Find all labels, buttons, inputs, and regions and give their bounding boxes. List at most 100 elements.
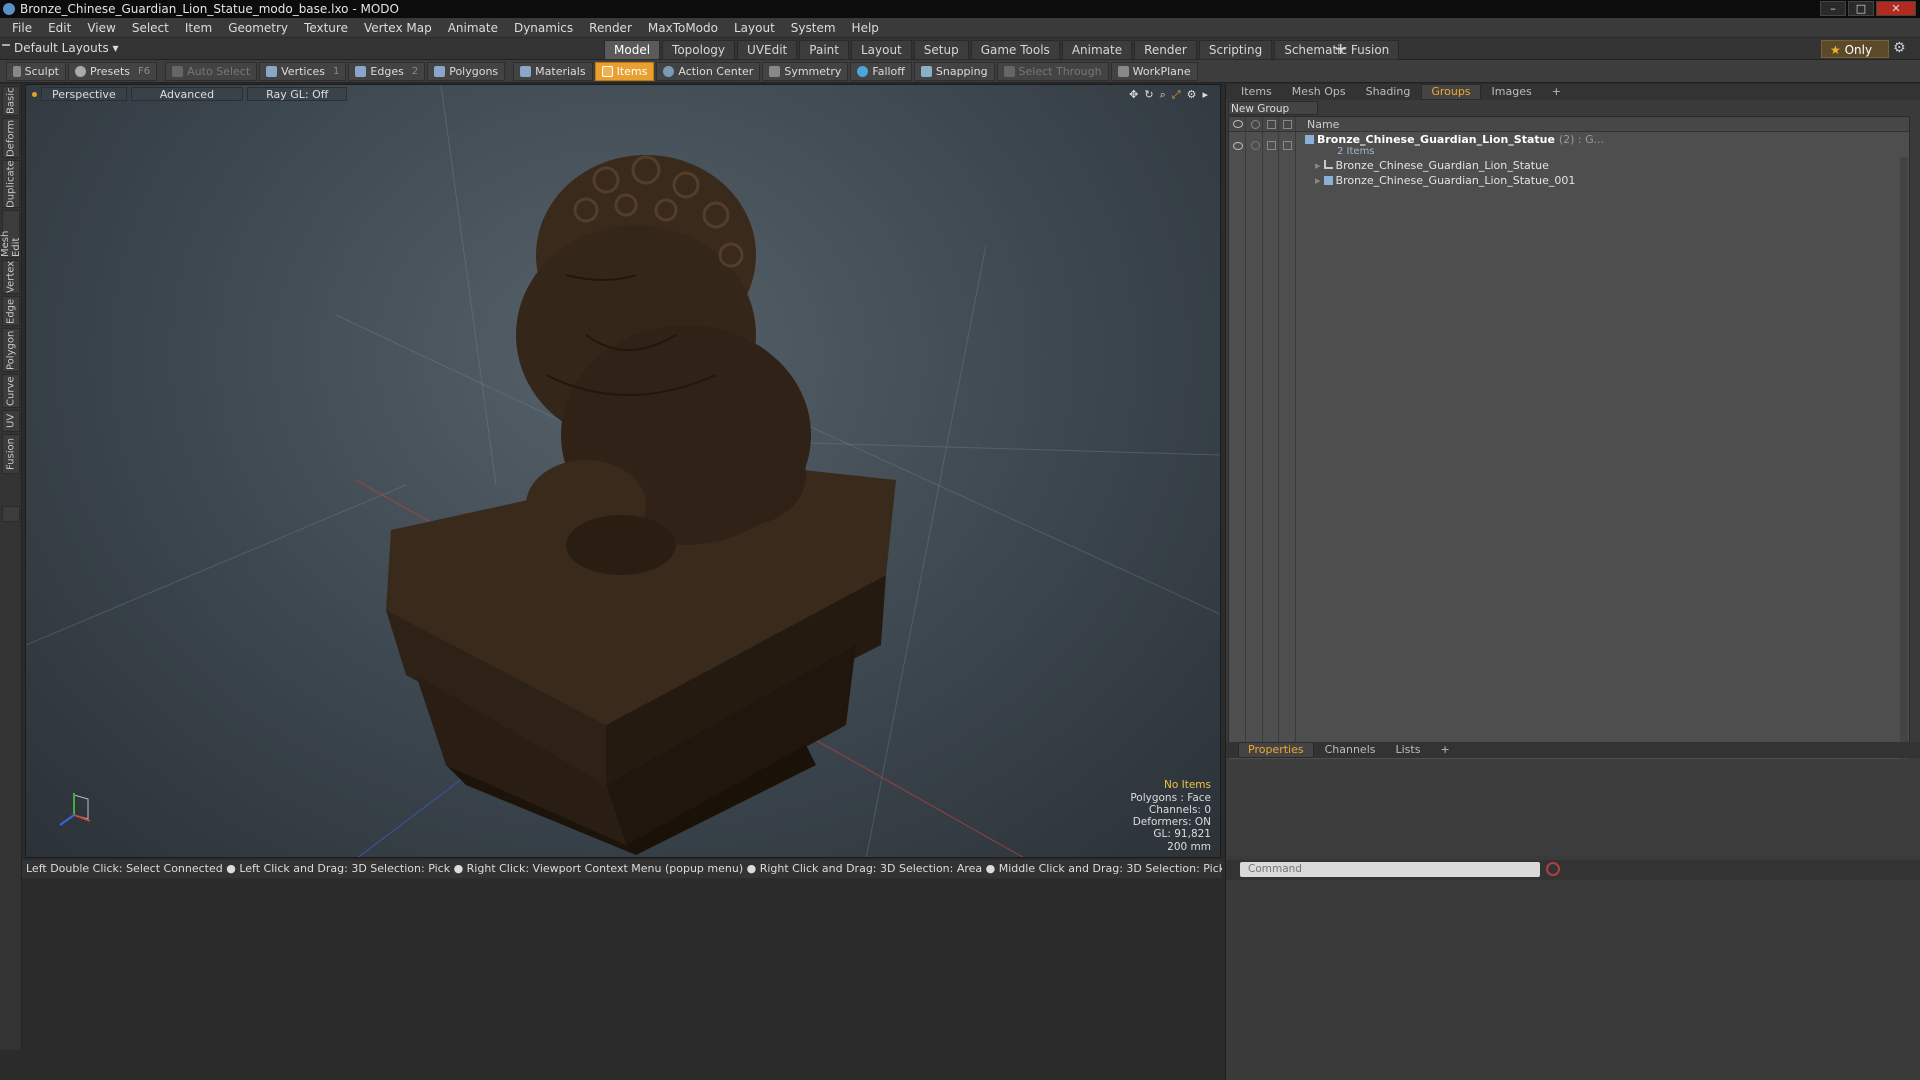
command-input[interactable] [1240, 862, 1540, 877]
tab-vertex[interactable]: Vertex [2, 260, 20, 294]
tab-uv[interactable]: UV [2, 410, 20, 432]
gear-icon[interactable]: ⚙ [1893, 40, 1906, 56]
viewport-gear-icon[interactable]: ⚙ [1187, 88, 1197, 102]
tree-arrow-icon[interactable]: ▸ [1315, 159, 1321, 172]
tab-properties[interactable]: Properties [1238, 742, 1314, 758]
tab-lists[interactable]: Lists [1387, 743, 1430, 757]
presets-button[interactable]: Presets F6 [68, 61, 158, 81]
tab-scripting[interactable]: Scripting [1198, 40, 1273, 60]
tab-uvedit[interactable]: UVEdit [737, 40, 798, 60]
perspective-dropdown[interactable]: Perspective [41, 87, 127, 101]
close-button[interactable]: ✕ [1876, 1, 1916, 16]
action-center-button[interactable]: Action Center [656, 61, 761, 81]
tab-mesh-edit[interactable]: Mesh Edit [0, 210, 22, 258]
default-layouts-dropdown[interactable]: Default Layouts ▾ [14, 41, 119, 55]
select-through-button[interactable]: Select Through [996, 61, 1109, 81]
layout-collapse-icon[interactable] [2, 44, 10, 52]
menu-item[interactable]: Item [177, 21, 220, 35]
items-button[interactable]: Items [594, 61, 655, 81]
menu-file[interactable]: File [4, 21, 40, 35]
add-tab-button[interactable]: + [1334, 39, 1347, 58]
group-render-icon[interactable] [1251, 141, 1260, 150]
menu-animate[interactable]: Animate [440, 21, 506, 35]
auto-select-button[interactable]: Auto Select [165, 61, 258, 81]
group-select-icon[interactable] [1283, 141, 1292, 150]
sculpt-button[interactable]: Sculpt [6, 61, 66, 81]
tab-items[interactable]: Items [1232, 85, 1281, 99]
tab-basic[interactable]: Basic [2, 86, 20, 116]
menu-geometry[interactable]: Geometry [220, 21, 296, 35]
tab-mesh-ops[interactable]: Mesh Ops [1283, 85, 1355, 99]
edges-button[interactable]: Edges 2 [348, 61, 426, 81]
menu-system[interactable]: System [783, 21, 844, 35]
zoom-icon[interactable]: ⌕ [1160, 88, 1166, 102]
raygl-toggle[interactable]: Ray GL: Off [247, 87, 348, 101]
tab-setup[interactable]: Setup [913, 40, 969, 60]
tab-animate[interactable]: Animate [1061, 40, 1133, 60]
tool-bar: Sculpt Presets F6 Auto Select Vertices 1 E… [0, 60, 1920, 83]
tree-arrow-icon[interactable]: ▸ [1315, 174, 1321, 187]
maximize-icon[interactable]: ⤢ [1172, 88, 1181, 102]
tab-channels[interactable]: Channels [1316, 743, 1385, 757]
group-child-row[interactable]: ▸ Bronze_Chinese_Guardian_Lion_Statue_001 [1315, 174, 1575, 187]
statue-model[interactable] [386, 155, 896, 855]
falloff-button[interactable]: Falloff [850, 61, 912, 81]
menu-view[interactable]: View [79, 21, 123, 35]
tab-expand-icon[interactable] [2, 506, 20, 522]
tab-polygon[interactable]: Polygon [2, 328, 20, 372]
pan-icon[interactable]: ✥ [1129, 88, 1138, 102]
record-icon[interactable] [1546, 862, 1560, 876]
tab-groups[interactable]: Groups [1421, 84, 1481, 100]
tab-edge[interactable]: Edge [2, 296, 20, 326]
tab-game-tools[interactable]: Game Tools [970, 40, 1060, 60]
workplane-button[interactable]: WorkPlane [1110, 61, 1198, 81]
add-panel-tab-button[interactable]: + [1543, 85, 1570, 99]
advanced-dropdown[interactable]: Advanced [130, 87, 244, 101]
vertices-button[interactable]: Vertices 1 [259, 61, 347, 81]
materials-button[interactable]: Materials [513, 61, 593, 81]
menu-render[interactable]: Render [581, 21, 640, 35]
menu-maxtomodo[interactable]: MaxToModo [640, 21, 726, 35]
new-group-button[interactable]: New Group [1228, 101, 1318, 115]
tab-curve[interactable]: Curve [2, 374, 20, 408]
rotate-icon[interactable]: ↻ [1144, 88, 1153, 102]
symmetry-button[interactable]: Symmetry [762, 61, 849, 81]
select-header-icon[interactable] [1283, 120, 1292, 129]
menu-edit[interactable]: Edit [40, 21, 79, 35]
group-visibility-icon[interactable] [1233, 142, 1243, 150]
visibility-header-icon[interactable] [1233, 120, 1243, 128]
lock-header-icon[interactable] [1267, 120, 1276, 129]
polygons-button[interactable]: Polygons [427, 61, 506, 81]
tab-duplicate[interactable]: Duplicate [2, 160, 20, 208]
tab-render[interactable]: Render [1134, 40, 1197, 60]
groups-scrollbar[interactable] [1900, 157, 1908, 817]
3d-viewport[interactable]: Perspective Advanced Ray GL: Off ✥ ↻ ⌕ ⤢… [25, 84, 1221, 858]
only-button[interactable]: ★ Only [1821, 40, 1889, 58]
add-properties-tab-button[interactable]: + [1431, 743, 1458, 757]
menu-layout[interactable]: Layout [726, 21, 783, 35]
group-child-row[interactable]: ▸ Bronze_Chinese_Guardian_Lion_Statue [1315, 159, 1549, 172]
menu-texture[interactable]: Texture [296, 21, 356, 35]
group-row[interactable]: Bronze_Chinese_Guardian_Lion_Statue (2) … [1305, 133, 1604, 146]
tab-shading[interactable]: Shading [1357, 85, 1420, 99]
tab-fusion[interactable]: Fusion [2, 434, 20, 474]
menu-vertex-map[interactable]: Vertex Map [356, 21, 440, 35]
menu-help[interactable]: Help [844, 21, 887, 35]
tab-layout[interactable]: Layout [850, 40, 912, 60]
materials-label: Materials [535, 64, 586, 78]
menu-select[interactable]: Select [124, 21, 177, 35]
expand-arrow-icon[interactable]: ▸ [1202, 88, 1208, 102]
snapping-button[interactable]: Snapping [913, 61, 995, 81]
group-lock-icon[interactable] [1267, 141, 1276, 150]
title-bar: Bronze_Chinese_Guardian_Lion_Statue_modo… [0, 0, 1920, 18]
tab-model[interactable]: Model [604, 40, 661, 60]
tab-images[interactable]: Images [1483, 85, 1541, 99]
render-header-icon[interactable] [1251, 120, 1260, 129]
name-column-header[interactable]: Name [1307, 117, 1339, 132]
tab-deform[interactable]: Deform [2, 118, 20, 158]
minimize-button[interactable]: – [1820, 1, 1846, 16]
menu-dynamics[interactable]: Dynamics [506, 21, 581, 35]
tab-topology[interactable]: Topology [662, 40, 736, 60]
maximize-button[interactable]: □ [1848, 1, 1874, 16]
tab-paint[interactable]: Paint [799, 40, 849, 60]
